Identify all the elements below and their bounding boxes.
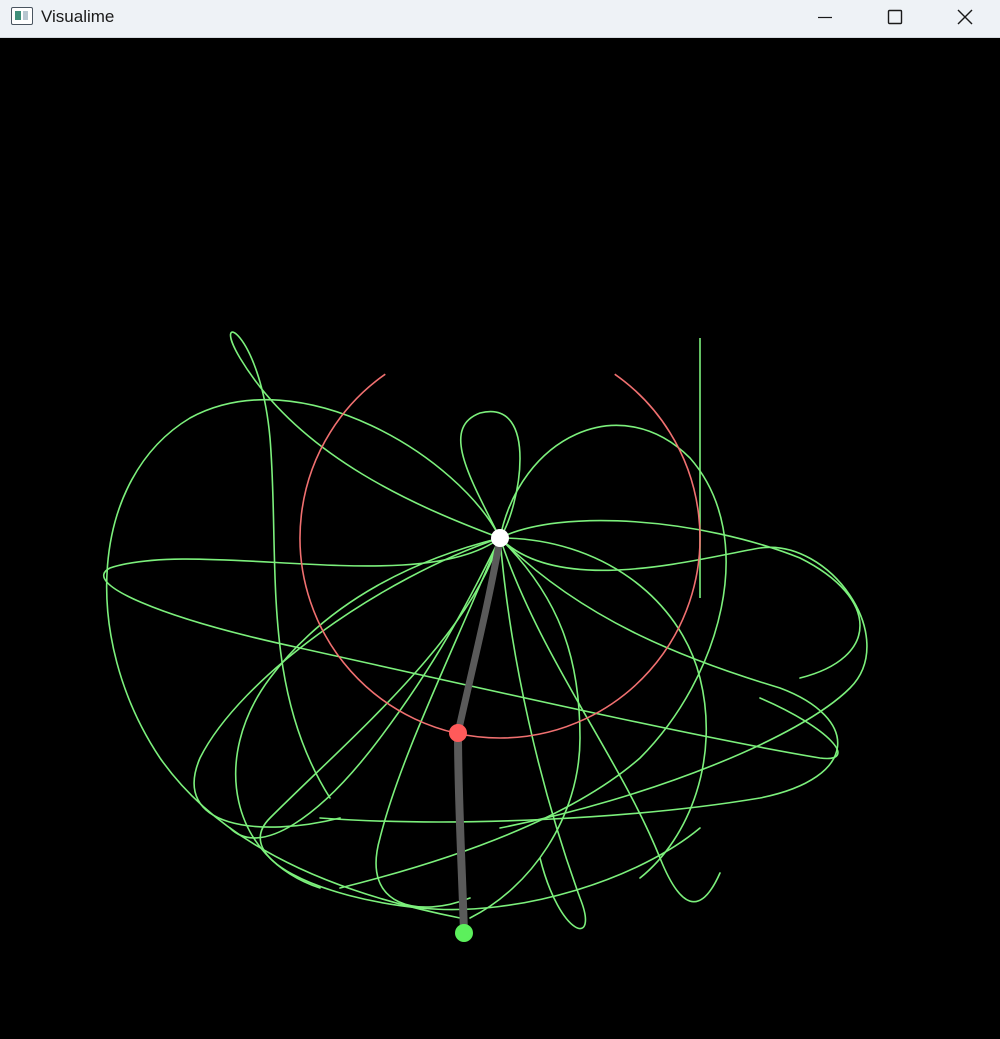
trail-curve-6	[259, 537, 701, 911]
pendulum-parts	[299, 373, 701, 942]
rod-lower	[454, 729, 468, 937]
window-title: Visualime	[41, 7, 115, 26]
close-button[interactable]	[930, 0, 1000, 34]
trail-curve-7	[499, 537, 721, 903]
maximize-button[interactable]	[860, 0, 930, 34]
trail-curve-17	[499, 537, 707, 879]
pivot-point	[491, 529, 509, 547]
title-bar[interactable]: Visualime	[0, 0, 1000, 38]
trail-curve-2	[105, 399, 501, 919]
trail-curve-3	[339, 424, 727, 889]
rod-upper	[454, 534, 504, 737]
trail-curve-4	[103, 537, 839, 760]
minimize-button[interactable]	[790, 0, 860, 34]
trail-curve-5	[499, 537, 868, 829]
bob-second	[455, 924, 473, 942]
bob-first	[449, 724, 467, 742]
app-icon	[11, 7, 33, 25]
trail-group	[103, 331, 868, 930]
maximize-icon	[887, 9, 903, 25]
trail-curve-8	[375, 537, 501, 908]
minimize-icon	[818, 16, 832, 19]
close-icon	[957, 9, 973, 25]
pendulum-scene	[103, 331, 868, 942]
trail-curve-1	[460, 410, 521, 539]
app-window: Visualime	[0, 0, 1000, 1039]
simulation-canvas[interactable]	[0, 38, 1000, 1039]
